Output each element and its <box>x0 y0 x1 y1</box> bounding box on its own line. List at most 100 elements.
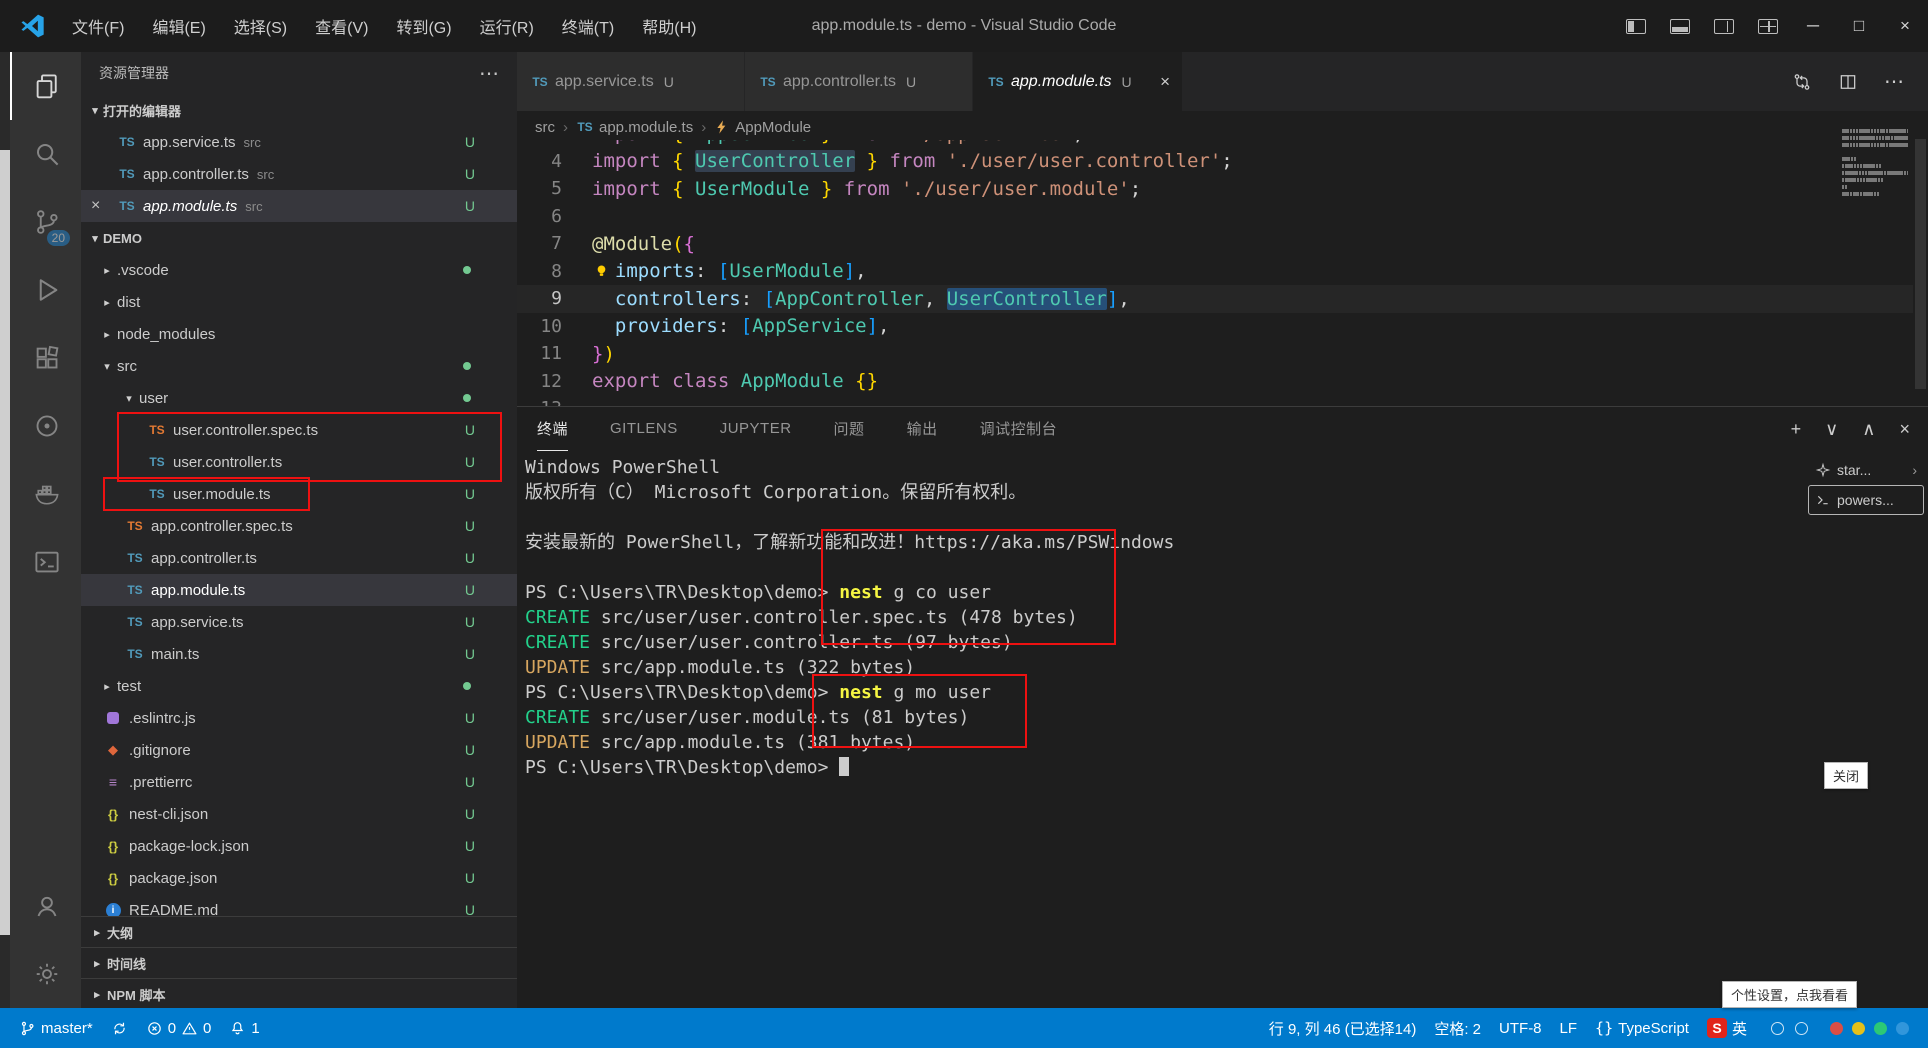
open-editor-item[interactable]: TS app.controller.ts src U <box>81 158 517 190</box>
indentation[interactable]: 空格: 2 <box>1425 1008 1490 1048</box>
code-line-6[interactable]: 6 <box>517 203 1913 231</box>
code-line-7[interactable]: 7 @Module({ <box>517 230 1913 258</box>
maximize-button[interactable]: □ <box>1836 0 1882 52</box>
activity-explorer[interactable] <box>10 52 81 120</box>
language-mode[interactable]: {} TypeScript <box>1586 1008 1698 1048</box>
menu-item[interactable]: 运行(R) <box>466 0 548 52</box>
branch-indicator[interactable]: master* <box>10 1008 102 1048</box>
breadcrumb-item[interactable]: TS app.module.ts <box>576 119 693 136</box>
tree-item-vscode[interactable]: ▸ .vscode <box>81 254 517 286</box>
breadcrumb-item[interactable]: src <box>535 119 555 136</box>
menu-item[interactable]: 转到(G) <box>382 0 465 52</box>
minimize-button[interactable]: ─ <box>1790 0 1836 52</box>
panel-tab-JUPYTER[interactable]: JUPYTER <box>720 407 792 451</box>
tree-item-nest-cli-json[interactable]: {} nest-cli.json U <box>81 798 517 830</box>
code-line-5[interactable]: 5 import { UserModule } from './user/user… <box>517 175 1913 203</box>
tree-item-test[interactable]: ▸ test <box>81 670 517 702</box>
editor-scrollbar-thumb[interactable] <box>1915 139 1926 389</box>
split-editor-icon[interactable] <box>1838 72 1858 92</box>
open-editors-section[interactable]: ▾ 打开的编辑器 <box>81 94 517 126</box>
tree-item-user-controller-spec-ts[interactable]: TS user.controller.spec.ts U <box>81 414 517 446</box>
lightbulb-icon[interactable] <box>593 263 610 280</box>
tree-item-app-controller-spec-ts[interactable]: TS app.controller.spec.ts U <box>81 510 517 542</box>
panel-tab-tab[interactable]: 输出 <box>907 407 938 451</box>
menu-item[interactable]: 选择(S) <box>220 0 301 52</box>
alerts-indicator[interactable]: 1 <box>220 1008 268 1048</box>
close-panel-icon[interactable]: × <box>1899 419 1910 440</box>
minimap[interactable] <box>1840 126 1910 206</box>
tree-item-node-modules[interactable]: ▸ node_modules <box>81 318 517 350</box>
tree-item-eslintrc-js[interactable]: .eslintrc.js U <box>81 702 517 734</box>
tab-app-module-ts[interactable]: TS app.module.ts U × <box>973 52 1183 111</box>
tree-item-app-module-ts[interactable]: TS app.module.ts U <box>81 574 517 606</box>
activity-debug[interactable] <box>10 256 81 324</box>
menu-item[interactable]: 终端(T) <box>548 0 628 52</box>
tree-item-package-lock-json[interactable]: {} package-lock.json U <box>81 830 517 862</box>
encoding[interactable]: UTF-8 <box>1490 1008 1551 1048</box>
activity-search[interactable] <box>10 120 81 188</box>
page-scrollbar[interactable] <box>0 0 10 1048</box>
tree-item-user[interactable]: ▾ user <box>81 382 517 414</box>
menu-item[interactable]: 查看(V) <box>301 0 382 52</box>
sidebar-section-NPM[interactable]: ▸ NPM 脚本 <box>81 978 517 1008</box>
breadcrumb-item[interactable]: AppModule <box>714 119 811 136</box>
more-actions-icon[interactable]: ⋯ <box>1884 69 1904 94</box>
code-line-12[interactable]: 12 export class AppModule {} <box>517 368 1913 396</box>
toggle-secondary-sidebar-icon[interactable] <box>1714 18 1734 34</box>
activity-docker[interactable] <box>10 460 81 528</box>
tree-item-user-controller-ts[interactable]: TS user.controller.ts U <box>81 446 517 478</box>
eol[interactable]: LF <box>1551 1008 1587 1048</box>
new-terminal-icon[interactable]: + <box>1791 419 1802 440</box>
code-editor[interactable]: 3import { AppService } from './app.servi… <box>517 140 1913 406</box>
panel-tab-tab[interactable]: 问题 <box>834 407 865 451</box>
close-icon[interactable]: × <box>91 197 113 215</box>
terminal-instance[interactable]: powers... <box>1808 485 1924 515</box>
problems-indicator[interactable]: 00 <box>137 1008 221 1048</box>
editor-scrollbar[interactable] <box>1913 111 1928 406</box>
open-changes-icon[interactable] <box>1792 72 1812 92</box>
code-line-3[interactable]: 3import { AppService } from './app.servi… <box>517 140 1913 148</box>
tab-app-controller-ts[interactable]: TS app.controller.ts U <box>745 52 973 111</box>
open-editor-item[interactable]: × TS app.module.ts src U <box>81 190 517 222</box>
code-line-9[interactable]: 9 controllers: [AppController, UserContr… <box>517 285 1913 313</box>
sync-button[interactable] <box>102 1008 137 1048</box>
panel-tab-GITLENS[interactable]: GITLENS <box>610 407 678 451</box>
terminal-dropdown-icon[interactable]: ∨ <box>1825 419 1838 440</box>
activity-scm[interactable]: 20 <box>10 188 81 256</box>
tree-item-app-service-ts[interactable]: TS app.service.ts U <box>81 606 517 638</box>
project-section[interactable]: ▾ DEMO <box>81 222 517 254</box>
tab-app-service-ts[interactable]: TS app.service.ts U <box>517 52 745 111</box>
tree-item-src[interactable]: ▾ src <box>81 350 517 382</box>
maximize-panel-icon[interactable]: ∧ <box>1862 419 1875 440</box>
activity-gear[interactable] <box>10 940 81 1008</box>
tree-item-dist[interactable]: ▸ dist <box>81 286 517 318</box>
menu-item[interactable]: 文件(F) <box>58 0 138 52</box>
terminal-instance[interactable]: star... › <box>1808 455 1924 485</box>
code-line-8[interactable]: 8 imports: [UserModule], <box>517 258 1913 286</box>
sidebar-section-[interactable]: ▸ 大纲 <box>81 916 517 947</box>
open-editor-item[interactable]: TS app.service.ts src U <box>81 126 517 158</box>
menu-item[interactable]: 编辑(E) <box>138 0 219 52</box>
code-line-4[interactable]: 4 import { UserController } from './user/… <box>517 148 1913 176</box>
close-button[interactable]: × <box>1882 0 1928 52</box>
tree-item-main-ts[interactable]: TS main.ts U <box>81 638 517 670</box>
more-actions-icon[interactable]: ⋯ <box>479 61 499 86</box>
menu-item[interactable]: 帮助(H) <box>628 0 710 52</box>
code-line-10[interactable]: 10 providers: [AppService], <box>517 313 1913 341</box>
code-line-13[interactable]: 13 <box>517 395 1913 406</box>
tree-item-user-module-ts[interactable]: TS user.module.ts U <box>81 478 517 510</box>
tree-item-app-controller-ts[interactable]: TS app.controller.ts U <box>81 542 517 574</box>
activity-extensions[interactable] <box>10 324 81 392</box>
customize-layout-icon[interactable] <box>1758 18 1778 34</box>
tree-item-prettierrc[interactable]: ≡ .prettierrc U <box>81 766 517 798</box>
activity-account[interactable] <box>10 872 81 940</box>
panel-tab-terminal[interactable]: 终端 <box>537 407 569 451</box>
close-icon[interactable]: × <box>1160 72 1170 92</box>
code-line-11[interactable]: 11}) <box>517 340 1913 368</box>
tree-item-package-json[interactable]: {} package.json U <box>81 862 517 894</box>
tree-item-gitignore[interactable]: ◆ .gitignore U <box>81 734 517 766</box>
panel-tab-tab[interactable]: 调试控制台 <box>980 407 1058 451</box>
activity-remote[interactable] <box>10 392 81 460</box>
ime-indicator[interactable]: S英 <box>1698 1008 1756 1048</box>
terminal-output[interactable]: Windows PowerShell 版权所有（C） Microsoft Corp… <box>525 455 1803 1004</box>
